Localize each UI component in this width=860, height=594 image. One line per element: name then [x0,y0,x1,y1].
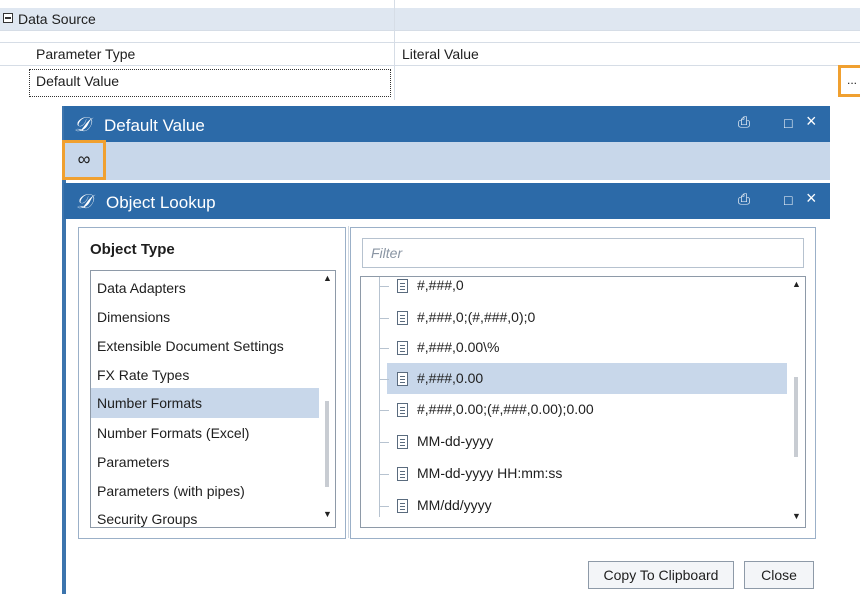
object-type-scrollbar[interactable]: ▲ ▼ [319,271,335,527]
list-item[interactable]: Security Groups [97,511,197,527]
list-item[interactable]: Dimensions [97,309,170,325]
tree-connector [379,410,389,411]
tree-item-label: #,###,0.00 [417,370,484,386]
tree-item-label: #,###,0.00;(#,###,0.00);0.00 [417,401,594,417]
list-item[interactable]: Data Adapters [97,280,186,296]
tree-connector [379,474,389,475]
tree-item-label: #,###,0 [417,277,464,293]
restore-icon[interactable]: ⎙ [738,114,750,131]
focus-rectangle [29,69,391,97]
scroll-thumb[interactable] [794,377,798,457]
filter-input[interactable]: Filter [362,238,804,268]
column-splitter[interactable] [394,0,395,100]
property-row-parameter-type[interactable]: Parameter Type Literal Value [0,42,860,66]
list-item[interactable]: FX Rate Types [97,367,189,383]
items-scrollbar[interactable]: ▲ ▼ [787,277,805,527]
close-icon[interactable]: × [806,188,817,209]
tree-item-label: MM-dd-yyyy HH:mm:ss [417,465,563,481]
app-logo-icon: 𝒟 [76,189,92,213]
default-value-titlebar[interactable]: 𝒟 Default Value ⎙ □ × [62,106,830,142]
tree-item[interactable]: MM/dd/yyyy [361,491,791,521]
tree-item[interactable]: #,###,0.00\% [361,333,791,363]
list-item[interactable]: Number Formats (Excel) [97,425,249,441]
property-value: Literal Value [402,46,479,62]
tree-item[interactable]: MM-dd-yyyy HH:mm:ss [361,459,791,489]
tree-item-label: MM/dd/yyyy [417,497,492,513]
app-logo-icon: 𝒟 [74,112,90,136]
tree-item[interactable]: MM-dd-yyyy [361,427,791,457]
object-type-list[interactable]: Data Adapters Dimensions Extensible Docu… [90,270,336,528]
window-title: Default Value [104,116,205,135]
scroll-up-icon[interactable]: ▲ [323,273,332,283]
document-icon [397,435,408,449]
scroll-thumb[interactable] [325,401,329,487]
tree-connector [379,348,389,349]
tree-connector [379,506,389,507]
tree-item[interactable]: #,###,0.00;(#,###,0.00);0.00 [361,395,791,425]
scroll-down-icon[interactable]: ▼ [792,511,801,521]
list-item[interactable]: Parameters [97,454,169,470]
tree-item-label: #,###,0.00\% [417,339,500,355]
document-icon [397,372,408,386]
window-title: Object Lookup [106,193,216,212]
ellipsis-button[interactable]: ... [838,65,860,97]
category-row-data-source[interactable]: Data Source [0,8,860,31]
document-icon [397,279,408,293]
tree-connector [379,379,389,380]
tree-item[interactable]: #,###,0 [361,277,791,301]
restore-icon[interactable]: ⎙ [738,191,750,208]
document-icon [397,341,408,355]
document-icon [397,499,408,513]
default-value-toolbar [64,142,830,180]
list-item[interactable]: Parameters (with pipes) [97,483,245,499]
panel-divider[interactable] [348,226,349,538]
tree-item[interactable]: #,###,0;(#,###,0);0 [361,303,791,333]
copy-to-clipboard-button[interactable]: Copy To Clipboard [588,561,734,589]
tree-item-selected[interactable]: #,###,0.00 [361,364,791,394]
maximize-icon[interactable]: □ [784,115,792,131]
document-icon [397,467,408,481]
scroll-down-icon[interactable]: ▼ [323,509,332,519]
document-icon [397,311,408,325]
close-icon[interactable]: × [806,111,817,132]
glasses-icon[interactable]: ∞ [62,140,106,180]
list-item-selected[interactable]: Number Formats [91,388,319,418]
collapse-icon[interactable] [3,13,13,23]
close-button[interactable]: Close [744,561,814,589]
tree-connector [379,286,389,287]
category-label: Data Source [18,11,96,27]
tree-connector [379,318,389,319]
maximize-icon[interactable]: □ [784,192,792,208]
property-name: Parameter Type [36,46,136,62]
tree-item-label: #,###,0;(#,###,0);0 [417,309,536,325]
object-type-heading: Object Type [90,241,175,258]
scroll-up-icon[interactable]: ▲ [792,279,801,289]
document-icon [397,403,408,417]
list-item[interactable]: Extensible Document Settings [97,338,284,354]
tree-item-label: MM-dd-yyyy [417,433,494,449]
object-lookup-titlebar[interactable]: 𝒟 Object Lookup ⎙ □ × [64,183,830,219]
tree-connector [379,442,389,443]
items-tree[interactable]: #,###,0 #,###,0;(#,###,0);0 #,###,0.00\%… [360,276,806,528]
